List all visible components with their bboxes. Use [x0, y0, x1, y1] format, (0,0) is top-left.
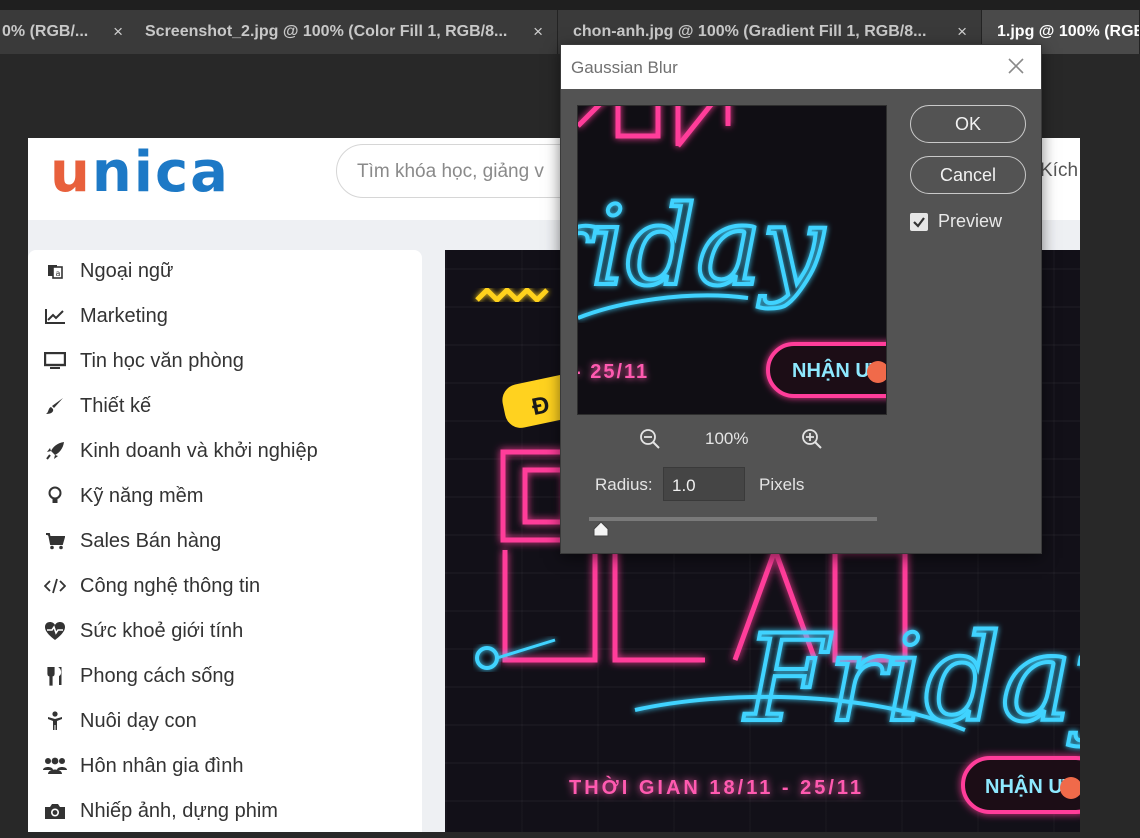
category-label: Tin học văn phòng [80, 349, 244, 372]
preview-checkbox-row[interactable]: Preview [910, 211, 1002, 232]
category-item: Công nghệ thông tin [42, 571, 260, 601]
document-tab-1[interactable]: 0% (RGB/... × [0, 10, 138, 54]
zoom-controls: 100% [637, 425, 837, 453]
chart-line-icon [42, 303, 68, 329]
category-label: Sức khoẻ giới tính [80, 619, 244, 642]
category-item: Phong cách sống [42, 661, 235, 691]
category-sidebar: a Ngoại ngữ Marketing Tin học văn phòng … [28, 250, 422, 832]
category-label: Phong cách sống [80, 664, 235, 687]
language-icon: a [42, 258, 68, 284]
radius-slider-thumb[interactable] [593, 521, 609, 537]
site-logo: unica [50, 140, 230, 205]
neon-zigzag [475, 286, 549, 304]
svg-text:a: a [56, 269, 61, 278]
category-label: Nhiếp ảnh, dựng phim [80, 799, 278, 822]
users-icon [42, 753, 68, 779]
neon-dot [475, 646, 499, 670]
cart-icon [42, 528, 68, 554]
category-item: Nuôi dạy con [42, 706, 197, 736]
monitor-icon [42, 348, 68, 374]
preview-cta-label: NHẬN Ư [792, 358, 872, 382]
category-label: Thiết kế [80, 394, 152, 417]
utensils-icon [42, 663, 68, 689]
zoom-level: 100% [705, 429, 749, 448]
category-label: Hôn nhân gia đình [80, 754, 244, 777]
rocket-icon [42, 438, 68, 464]
category-item: Sức khoẻ giới tính [42, 616, 243, 646]
category-label: Ngoại ngữ [80, 259, 174, 282]
code-icon [42, 573, 68, 599]
preview-label: Preview [938, 211, 1003, 231]
close-icon[interactable]: × [533, 22, 543, 42]
logo-text: nica [91, 140, 230, 205]
category-item: Hôn nhân gia đình [42, 751, 243, 781]
blur-preview-pane[interactable]: riday - 25/11 NHẬN Ư [577, 105, 887, 415]
tab-strip-top [0, 0, 1140, 10]
category-label: Marketing [80, 304, 168, 327]
child-icon [42, 708, 68, 734]
heart-pulse-icon [42, 618, 68, 644]
ok-button[interactable]: OK [910, 105, 1026, 143]
category-label: Sales Bán hàng [80, 529, 222, 552]
neon-script-word: Friday [743, 610, 1080, 749]
category-item: Kinh doanh và khởi nghiệp [42, 436, 318, 466]
brush-icon [42, 393, 68, 419]
close-icon[interactable] [1005, 55, 1027, 77]
category-item: Nhiếp ảnh, dựng phim [42, 796, 278, 826]
zoom-in-icon[interactable] [801, 428, 823, 455]
dialog-title: Gaussian Blur [571, 58, 678, 77]
logo-letter-u: u [50, 140, 92, 205]
tab-label: Screenshot_2.jpg @ 100% (Color Fill 1, R… [145, 23, 508, 40]
cancel-button[interactable]: Cancel [910, 156, 1026, 194]
category-label: Kỹ năng mềm [80, 484, 204, 507]
radius-slider-track[interactable] [589, 517, 877, 521]
category-item: Tin học văn phòng [42, 346, 244, 376]
banner-date-text: THỜI GIAN 18/11 - 25/11 [569, 775, 864, 799]
preview-script-word: riday [578, 182, 826, 310]
document-tab-2[interactable]: Screenshot_2.jpg @ 100% (Color Fill 1, R… [130, 10, 558, 54]
lightbulb-icon [42, 483, 68, 509]
radius-unit: Pixels [759, 475, 805, 494]
banner-cta-label: NHẬN Ư [985, 774, 1065, 798]
camera-icon [42, 798, 68, 824]
tab-label: 0% (RGB/... [2, 23, 89, 40]
zoom-out-icon[interactable] [639, 428, 661, 455]
header-right-text: Kích [1040, 160, 1079, 181]
dialog-title-bar: Gaussian Blur [561, 45, 1041, 89]
tab-label: chon-anh.jpg @ 100% (Gradient Fill 1, RG… [573, 23, 927, 40]
tab-label: 1.jpg @ 100% (RGB [997, 23, 1140, 40]
category-item: a Ngoại ngữ [42, 256, 173, 286]
category-item: Marketing [42, 301, 168, 331]
close-icon[interactable]: × [957, 22, 967, 42]
category-item: Sales Bán hàng [42, 526, 221, 556]
category-item: Kỹ năng mềm [42, 481, 203, 511]
preview-date-text: - 25/11 [578, 361, 649, 383]
close-icon[interactable]: × [113, 22, 123, 42]
gaussian-blur-dialog: Gaussian Blur riday - 25/11 NHẬN Ư OK Ca… [560, 44, 1042, 554]
radius-input[interactable]: 1.0 [663, 467, 745, 501]
preview-artwork: riday - 25/11 NHẬN Ư [578, 106, 886, 414]
category-label: Nuôi dạy con [80, 709, 197, 732]
preview-checkbox[interactable] [910, 212, 928, 231]
category-label: Công nghệ thông tin [80, 574, 261, 597]
category-label: Kinh doanh và khởi nghiệp [80, 439, 318, 462]
radius-label: Radius: [595, 475, 653, 494]
category-item: Thiết kế [42, 391, 151, 421]
